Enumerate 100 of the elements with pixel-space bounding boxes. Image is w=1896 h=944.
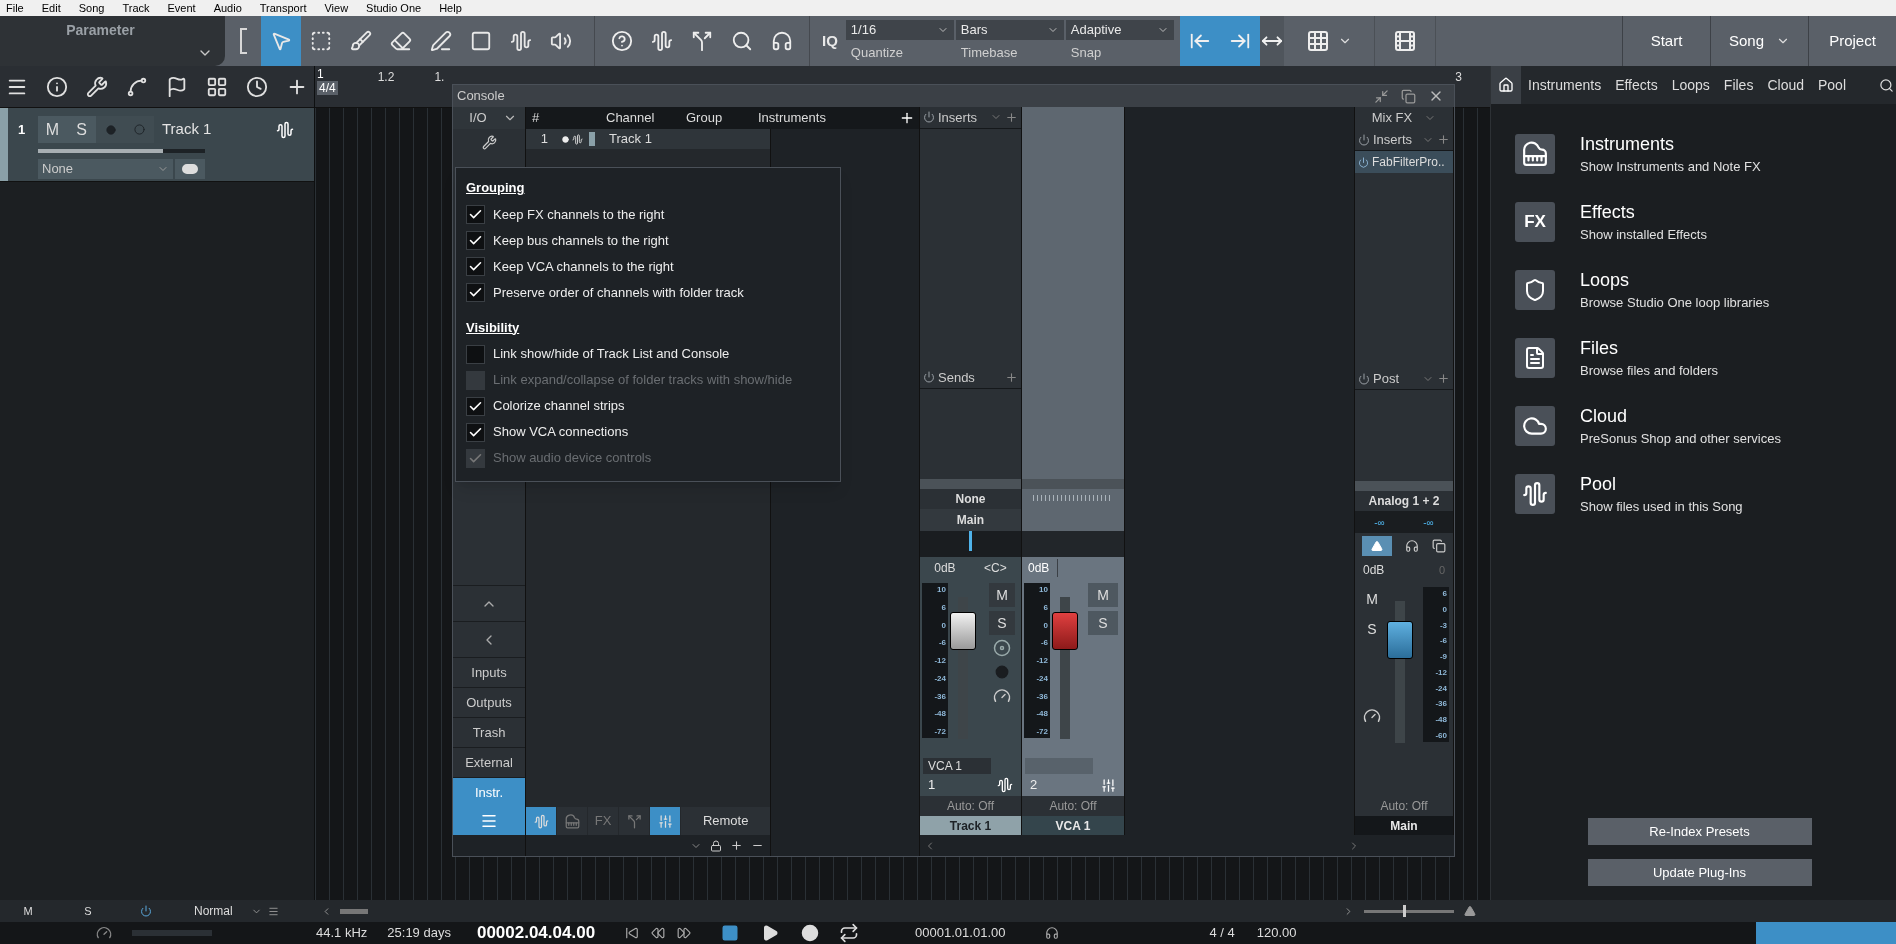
scroll-thumb[interactable] [340,908,368,914]
grid-add-icon[interactable] [1305,29,1330,53]
play-icon[interactable] [761,924,780,942]
automation-icon[interactable] [126,75,148,98]
solo-button[interactable]: S [989,611,1015,636]
track-row[interactable]: 1 M S Track 1 None [0,108,314,182]
add-icon[interactable] [899,110,915,126]
add-icon[interactable] [730,839,744,852]
checkbox[interactable] [466,283,485,302]
wrench-icon[interactable] [86,75,108,98]
menu-item[interactable]: Track [122,1,150,15]
loop-icon[interactable] [839,923,860,943]
return-to-zero-icon[interactable] [625,926,640,940]
tool-button[interactable] [261,16,301,66]
dock-icon[interactable] [1374,88,1389,104]
browser-button[interactable]: Update Plug-Ins [1587,859,1812,886]
fader-handle[interactable] [1052,612,1078,651]
sliders-icon[interactable] [657,813,673,829]
search-icon[interactable] [1879,77,1894,93]
option-label[interactable]: Keep bus channels to the right [493,230,669,251]
menu-item[interactable]: Transport [259,1,307,15]
film-icon[interactable] [1392,29,1417,53]
zoom-slider[interactable] [1364,905,1454,917]
snap-toggle[interactable] [1219,16,1260,66]
link-icon[interactable] [1432,539,1447,553]
mute-button[interactable]: M [1359,587,1385,611]
menu-item[interactable]: Help [439,1,462,15]
checkbox[interactable] [466,422,485,442]
browser-tab[interactable]: Files [1716,66,1761,104]
headphones-icon[interactable] [1405,539,1419,553]
channel-name[interactable]: Main [1355,816,1453,835]
fader-handle[interactable] [1387,621,1413,660]
dial-icon[interactable] [1363,707,1381,725]
solo-button[interactable]: S [1359,617,1385,641]
browser-tab[interactable]: Loops [1664,66,1717,104]
solo-button[interactable]: S [80,902,96,920]
browser-tab[interactable]: Pool [1811,66,1854,104]
side-button[interactable]: Trash [453,717,525,747]
nav-button[interactable]: Song [1728,29,1764,53]
automation-mode[interactable]: Auto: Off [920,796,1021,817]
option-label[interactable]: Keep VCA channels to the right [493,256,674,277]
piano-icon[interactable] [564,813,580,829]
power-icon[interactable] [923,111,935,124]
power-icon[interactable] [140,905,152,917]
menu-item[interactable]: Song [78,1,105,15]
input-selector[interactable]: None [920,489,1021,510]
filter-button[interactable]: Remote [681,807,771,835]
item-title[interactable]: Pool [1580,474,1743,494]
mute-button[interactable]: M [1088,583,1118,608]
restore-icon[interactable] [1401,88,1416,104]
toggle-icon[interactable] [182,164,198,174]
list-icon[interactable] [267,905,279,917]
power-icon[interactable] [1358,372,1370,385]
browser-tab[interactable]: Effects [1608,66,1665,104]
zoom-handle[interactable] [1403,905,1407,917]
forward-icon[interactable] [677,926,692,940]
menu-item[interactable]: Event [167,1,196,15]
item-title[interactable]: Cloud [1580,406,1781,426]
option-label[interactable]: Keep FX channels to the right [493,204,665,225]
item-title[interactable]: Files [1580,338,1718,358]
menu-item[interactable]: View [324,1,349,15]
split-icon[interactable] [626,813,642,829]
power-icon[interactable] [1358,133,1370,146]
menu-item[interactable]: Audio [213,1,242,15]
pan-control[interactable] [920,531,1021,558]
item-title[interactable]: Effects [1580,202,1707,222]
waveform-icon[interactable] [651,30,673,52]
nav-button[interactable]: Project [1829,29,1876,53]
option-label[interactable]: Link show/hide of Track List and Console [493,344,730,364]
wrench-icon[interactable] [481,134,497,150]
browser-button[interactable]: Re-Index Presets [1587,818,1812,845]
side-button[interactable]: Outputs [453,687,525,717]
mode-dropdown[interactable]: Normal [194,902,233,920]
checkbox[interactable] [466,231,485,250]
nav-button[interactable]: Start [1650,29,1683,53]
grid-icon[interactable] [206,75,228,98]
menu-item[interactable]: File [6,1,24,15]
home-icon[interactable] [1498,77,1514,93]
snap-toggle[interactable] [1259,16,1284,66]
channel-row[interactable]: 1 Track 1 [526,129,771,149]
triangle-icon[interactable] [1370,540,1383,552]
channel-name[interactable]: VCA 1 [1022,816,1124,835]
mute-button[interactable]: M [38,116,67,143]
checkbox[interactable] [466,344,485,364]
mute-button[interactable]: M [989,583,1015,608]
channel-name[interactable]: Track 1 [920,816,1021,835]
search-icon[interactable] [731,30,753,52]
option-label[interactable]: Colorize channel strips [493,396,625,416]
clock-icon[interactable] [246,75,268,98]
fader-handle[interactable] [950,612,976,651]
waveform-icon[interactable] [533,813,549,829]
menu-item[interactable]: Edit [41,1,61,15]
lock-icon[interactable] [710,839,723,852]
info-icon[interactable] [46,75,68,98]
volume-slider[interactable] [38,149,205,153]
solo-button[interactable]: S [67,116,96,143]
monitor-icon[interactable] [993,639,1011,658]
option-label[interactable]: Show VCA connections [493,422,629,442]
zoom-in-icon[interactable] [1464,905,1476,917]
side-button[interactable]: Instr. [453,777,525,807]
